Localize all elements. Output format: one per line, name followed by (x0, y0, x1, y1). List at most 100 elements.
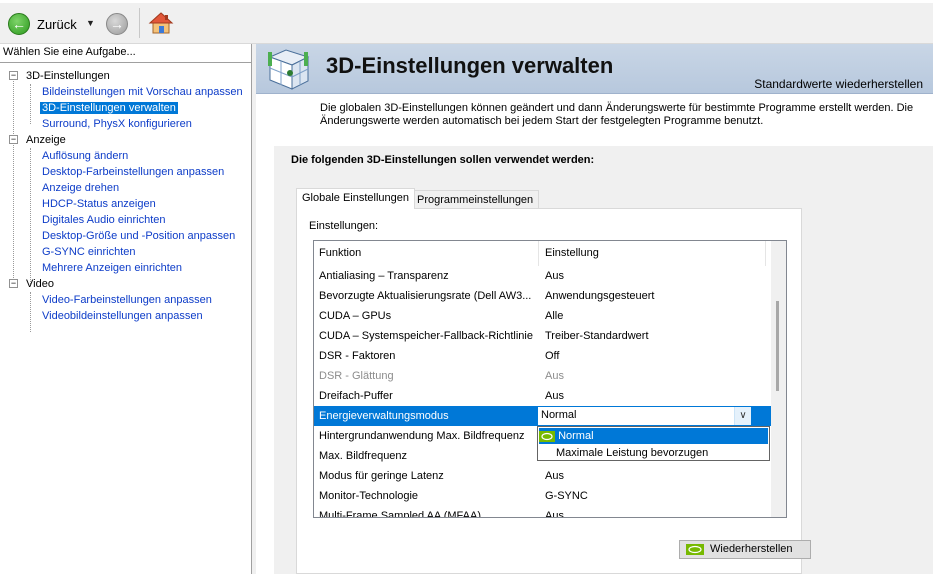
row-function: Bevorzugte Aktualisierungsrate (Dell AW3… (319, 290, 532, 302)
list-header: Funktion Einstellung (314, 241, 772, 266)
3d-settings-icon (268, 49, 310, 90)
collapse-icon[interactable]: − (9, 71, 18, 80)
section-title: Die folgenden 3D-Einstellungen sollen ve… (291, 154, 595, 166)
tree-item-hdcp[interactable]: HDCP-Status anzeigen (0, 196, 251, 212)
column-header-setting[interactable]: Einstellung (545, 247, 599, 259)
nvidia-icon (539, 430, 555, 442)
tree-group-3d-settings[interactable]: − 3D-Einstellungen (0, 68, 251, 84)
home-icon[interactable] (148, 10, 174, 36)
tree-group-label: Anzeige (26, 134, 66, 146)
power-mode-select[interactable]: Normal ∨ (537, 406, 752, 426)
table-row[interactable]: Modus für geringe Latenz Aus (314, 466, 772, 486)
column-header-function[interactable]: Funktion (319, 247, 361, 259)
tree-group-display[interactable]: − Anzeige (0, 132, 251, 148)
select-value: Normal (541, 409, 577, 421)
tree-item-digital-audio[interactable]: Digitales Audio einrichten (0, 212, 251, 228)
tree-item-desktop-size[interactable]: Desktop-Größe und -Position anpassen (0, 228, 251, 244)
row-setting: Aus (545, 470, 564, 482)
row-setting: Aus (545, 270, 564, 282)
tree-item-video-color[interactable]: Video-Farbeinstellungen anpassen (0, 292, 251, 308)
toolbar: ← Zurück ▼ → (0, 0, 933, 44)
list-scrollbar[interactable] (771, 241, 786, 517)
row-setting: Aus (545, 510, 564, 518)
option-label: Normal (558, 430, 594, 442)
table-row[interactable]: CUDA – GPUs Alle (314, 306, 772, 326)
back-label: Zurück (37, 16, 77, 32)
column-separator (765, 241, 766, 266)
row-setting: Aus (545, 370, 564, 382)
row-function: Energieverwaltungsmodus (319, 410, 449, 422)
table-row[interactable]: CUDA – Systemspeicher-Fallback-Richtlini… (314, 326, 772, 346)
tree-item-label: Videobildeinstellungen anpassen (42, 310, 203, 322)
tree-item-surround-physx[interactable]: Surround, PhysX konfigurieren (0, 116, 251, 132)
tree-item-rotate-display[interactable]: Anzeige drehen (0, 180, 251, 196)
tree-item-label: Desktop-Größe und -Position anpassen (42, 230, 236, 242)
page-description: Die globalen 3D-Einstellungen können geä… (320, 102, 914, 127)
collapse-icon[interactable]: − (9, 135, 18, 144)
table-row[interactable]: DSR - Faktoren Off (314, 346, 772, 366)
tree-item-label: Desktop-Farbeinstellungen anpassen (42, 166, 225, 178)
page-banner: 3D-Einstellungen verwalten Standardwerte… (256, 44, 933, 94)
tree-group-label: 3D-Einstellungen (26, 70, 110, 82)
table-row[interactable]: Antialiasing – Transparenz Aus (314, 266, 772, 286)
table-row[interactable]: Multi-Frame Sampled AA (MFAA) Aus (314, 506, 772, 518)
tree-item-label: Surround, PhysX konfigurieren (42, 118, 192, 130)
tree-group-video[interactable]: − Video (0, 276, 251, 292)
back-history-dropdown-icon[interactable]: ▼ (86, 18, 95, 28)
row-function: Hintergrundanwendung Max. Bildfrequenz (319, 430, 525, 442)
restore-button[interactable]: Wiederherstellen (679, 540, 811, 559)
tree-item-label: Auflösung ändern (42, 150, 129, 162)
tree-item-resolution[interactable]: Auflösung ändern (0, 148, 251, 164)
tree-item-manage-3d[interactable]: 3D-Einstellungen verwalten (0, 100, 251, 116)
table-row[interactable]: Dreifach-Puffer Aus (314, 386, 772, 406)
tree-item-label: Bildeinstellungen mit Vorschau anpassen (42, 86, 243, 98)
row-setting: Alle (545, 310, 564, 322)
task-panel-header: Wählen Sie eine Aufgabe... (0, 44, 251, 63)
nvidia-icon (686, 544, 704, 555)
scrollbar-thumb[interactable] (776, 301, 779, 391)
back-button[interactable]: ← Zurück (8, 12, 77, 36)
back-arrow-icon: ← (8, 13, 30, 35)
row-function: Modus für geringe Latenz (319, 470, 444, 482)
row-function: Multi-Frame Sampled AA (MFAA) (319, 510, 481, 518)
restore-defaults-link[interactable]: Standardwerte wiederherstellen (754, 77, 923, 91)
toolbar-separator (139, 8, 140, 38)
collapse-icon[interactable]: − (9, 279, 18, 288)
tree-item-image-preview[interactable]: Bildeinstellungen mit Vorschau anpassen (0, 84, 251, 100)
tree-item-desktop-color[interactable]: Desktop-Farbeinstellungen anpassen (0, 164, 251, 180)
power-mode-options: Normal Maximale Leistung bevorzugen (537, 426, 770, 461)
tab-global-settings[interactable]: Globale Einstellungen (296, 188, 416, 209)
tree-item-video-image[interactable]: Videobildeinstellungen anpassen (0, 308, 251, 324)
option-label: Maximale Leistung bevorzugen (556, 447, 709, 459)
settings-section: Die folgenden 3D-Einstellungen sollen ve… (274, 146, 933, 574)
restore-button-label: Wiederherstellen (710, 543, 793, 555)
option-normal[interactable]: Normal (539, 428, 768, 444)
table-row-disabled: DSR - Glättung Aus (314, 366, 772, 386)
tree-item-label: Mehrere Anzeigen einrichten (42, 262, 183, 274)
chevron-down-icon[interactable]: ∨ (734, 407, 751, 425)
tab-program-settings[interactable]: Programmeinstellungen (411, 190, 540, 210)
tree-item-label: Video-Farbeinstellungen anpassen (42, 294, 212, 306)
content-panel: 3D-Einstellungen verwalten Standardwerte… (256, 44, 933, 574)
task-tree: − 3D-Einstellungen Bildeinstellungen mit… (0, 63, 251, 332)
tree-item-label: Digitales Audio einrichten (42, 214, 166, 226)
task-panel: Wählen Sie eine Aufgabe... − 3D-Einstell… (0, 44, 252, 574)
option-max-performance[interactable]: Maximale Leistung bevorzugen (539, 445, 768, 461)
settings-list[interactable]: Funktion Einstellung Antialiasing – Tran… (313, 240, 787, 518)
row-function: CUDA – Systemspeicher-Fallback-Richtlini… (319, 330, 533, 342)
row-function: Antialiasing – Transparenz (319, 270, 449, 282)
tree-item-gsync[interactable]: G-SYNC einrichten (0, 244, 251, 260)
forward-arrow-icon[interactable]: → (106, 13, 128, 35)
row-function: Monitor-Technologie (319, 490, 419, 502)
row-setting: Anwendungsgesteuert (545, 290, 655, 302)
tree-item-label: G-SYNC einrichten (42, 246, 136, 258)
row-setting: Off (545, 350, 560, 362)
table-row[interactable]: Monitor-Technologie G-SYNC (314, 486, 772, 506)
tree-item-multi-display[interactable]: Mehrere Anzeigen einrichten (0, 260, 251, 276)
table-row[interactable]: Bevorzugte Aktualisierungsrate (Dell AW3… (314, 286, 772, 306)
row-setting: Aus (545, 390, 564, 402)
tree-item-label: Anzeige drehen (42, 182, 120, 194)
row-setting: G-SYNC (545, 490, 588, 502)
tab-panel-global: Einstellungen: Funktion Einstellung Anti… (296, 208, 811, 574)
row-function: CUDA – GPUs (319, 310, 392, 322)
